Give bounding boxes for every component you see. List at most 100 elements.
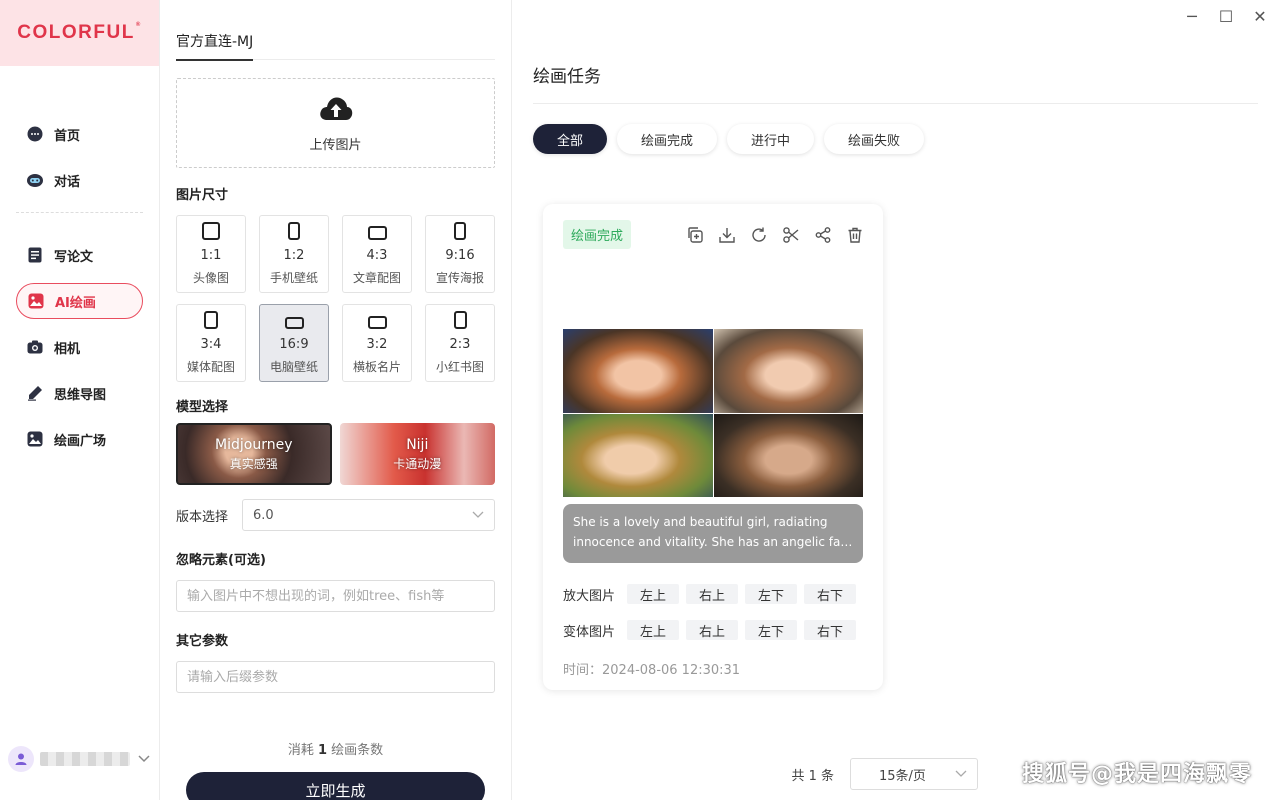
upscale-row: 放大图片 左上 右上 左下 右下 (563, 584, 863, 604)
trash-icon[interactable] (845, 225, 865, 245)
cloud-upload-icon (318, 94, 354, 126)
model-option-midjourney[interactable]: Midjourney 真实感强 (176, 423, 332, 485)
sidebar-nav: 首页 对话 写论文 AI绘画 相机 思维导图 绘画广场 (0, 66, 159, 457)
size-option-1-1[interactable]: 1:1 头像图 (176, 215, 246, 293)
sidebar-item-label: 绘画广场 (54, 433, 107, 449)
tab-official-mj[interactable]: 官方直连-MJ (176, 31, 254, 61)
nav-divider (16, 212, 143, 213)
avatar (8, 746, 34, 772)
sidebar: COLORFUL® 首页 对话 写论文 AI绘画 相机 思维导图 绘画广场 (0, 0, 160, 800)
size-ratio: 1:2 (283, 248, 305, 263)
size-option-16-9[interactable]: 16:9 电脑壁纸 (259, 304, 329, 382)
sidebar-item-ai-painting[interactable]: AI绘画 (16, 283, 143, 319)
sidebar-item-gallery[interactable]: 绘画广场 (16, 421, 143, 457)
sidebar-item-camera[interactable]: 相机 (16, 329, 143, 365)
upscale-label: 放大图片 (563, 588, 616, 604)
size-ratio: 2:3 (449, 337, 471, 352)
size-option-1-2[interactable]: 1:2 手机壁纸 (259, 215, 329, 293)
robot-icon (26, 171, 44, 189)
refresh-icon[interactable] (749, 225, 769, 245)
sidebar-item-write-paper[interactable]: 写论文 (16, 237, 143, 273)
copy-icon[interactable] (685, 225, 705, 245)
cost-value: 1 (317, 743, 328, 758)
version-row: 版本选择 6.0 (176, 499, 495, 531)
result-image-top-right[interactable] (713, 329, 863, 413)
upscale-top-right-button[interactable]: 右上 (686, 584, 738, 604)
model-options: Midjourney 真实感强 Niji 卡通动漫 (176, 423, 495, 485)
prompt-line: innocence and vitality. She has an angel… (573, 535, 853, 549)
sidebar-item-label: 思维导图 (54, 387, 107, 403)
scissors-icon[interactable] (781, 225, 801, 245)
sidebar-item-chat[interactable]: 对话 (16, 162, 143, 198)
result-image-bottom-right[interactable] (713, 413, 863, 497)
filter-completed[interactable]: 绘画完成 (617, 124, 718, 154)
variation-top-right-button[interactable]: 右上 (686, 620, 738, 640)
page-size-value: 15条/页 (879, 768, 926, 784)
size-option-2-3[interactable]: 2:3 小红书图 (425, 304, 495, 382)
upload-image-area[interactable]: 上传图片 (176, 78, 495, 168)
size-option-3-4[interactable]: 3:4 媒体配图 (176, 304, 246, 382)
ratio-1-1-icon (202, 222, 220, 240)
prompt-text: She is a lovely and beautiful girl, radi… (563, 504, 863, 563)
ratio-2-3-icon (453, 311, 467, 329)
result-image-grid[interactable] (563, 329, 863, 497)
main-panel: 绘画任务 全部 绘画完成 进行中 绘画失败 绘画完成 She is a love… (513, 0, 1280, 800)
size-ratio: 1:1 (200, 248, 222, 263)
size-grid: 1:1 头像图 1:2 手机壁纸 4:3 文章配图 9:16 宣传海报 3:4 … (176, 215, 495, 382)
other-params-input[interactable] (176, 661, 495, 693)
page-size-select[interactable]: 15条/页 (850, 758, 978, 790)
gallery-icon (26, 430, 44, 448)
filter-failed[interactable]: 绘画失败 (824, 124, 925, 154)
image-icon (27, 292, 45, 310)
size-option-3-2[interactable]: 3:2 横板名片 (342, 304, 412, 382)
size-option-9-16[interactable]: 9:16 宣传海报 (425, 215, 495, 293)
upscale-top-left-button[interactable]: 左上 (627, 584, 679, 604)
sidebar-item-label: 相机 (54, 341, 81, 357)
variation-label: 变体图片 (563, 624, 616, 640)
cost-suffix: 绘画条数 (331, 743, 384, 758)
size-ratio: 16:9 (279, 337, 309, 352)
size-name: 文章配图 (352, 271, 401, 285)
sidebar-item-home[interactable]: 首页 (16, 116, 143, 152)
ratio-4-3-icon (367, 226, 387, 240)
size-ratio: 4:3 (366, 248, 388, 263)
size-option-4-3[interactable]: 4:3 文章配图 (342, 215, 412, 293)
share-icon[interactable] (813, 225, 833, 245)
ignore-elements-input[interactable] (176, 580, 495, 612)
model-name: Niji (406, 436, 429, 453)
version-label: 版本选择 (176, 509, 229, 525)
status-filters: 全部 绘画完成 进行中 绘画失败 (533, 124, 1258, 154)
version-select[interactable]: 6.0 (242, 499, 495, 531)
upscale-bottom-right-button[interactable]: 右下 (804, 584, 856, 604)
variation-bottom-left-button[interactable]: 左下 (745, 620, 797, 640)
total-count: 共 1 条 (791, 768, 834, 784)
document-icon (26, 246, 44, 264)
size-section-title: 图片尺寸 (176, 188, 229, 203)
task-card: 绘画完成 She is a lovely and beautiful girl,… (543, 204, 883, 690)
chat-bubble-icon (26, 125, 44, 143)
upscale-bottom-left-button[interactable]: 左下 (745, 584, 797, 604)
size-name: 媒体配图 (186, 360, 235, 374)
cost-prefix: 消耗 (287, 743, 314, 758)
result-image-bottom-left[interactable] (563, 413, 713, 497)
sidebar-item-label: 写论文 (54, 249, 94, 265)
size-ratio: 3:2 (366, 337, 388, 352)
result-image-top-left[interactable] (563, 329, 713, 413)
sidebar-item-mind-map[interactable]: 思维导图 (16, 375, 143, 411)
ratio-3-2-icon (367, 316, 387, 329)
variation-top-left-button[interactable]: 左上 (627, 620, 679, 640)
app-logo[interactable]: COLORFUL® (17, 22, 141, 44)
user-menu[interactable] (8, 746, 153, 772)
camera-icon (26, 338, 44, 356)
filter-in-progress[interactable]: 进行中 (727, 124, 815, 154)
chevron-down-icon (472, 508, 484, 523)
watermark: 搜狐号@我是四海飘零 (1021, 762, 1252, 787)
ignore-section-title: 忽略元素(可选) (176, 553, 266, 568)
pagination: 共 1 条 15条/页 (791, 758, 978, 790)
variation-bottom-right-button[interactable]: 右下 (804, 620, 856, 640)
filter-all[interactable]: 全部 (533, 124, 608, 154)
download-icon[interactable] (717, 225, 737, 245)
model-option-niji[interactable]: Niji 卡通动漫 (339, 423, 495, 485)
model-section-title: 模型选择 (176, 400, 229, 415)
generate-button[interactable]: 立即生成 (186, 772, 485, 800)
